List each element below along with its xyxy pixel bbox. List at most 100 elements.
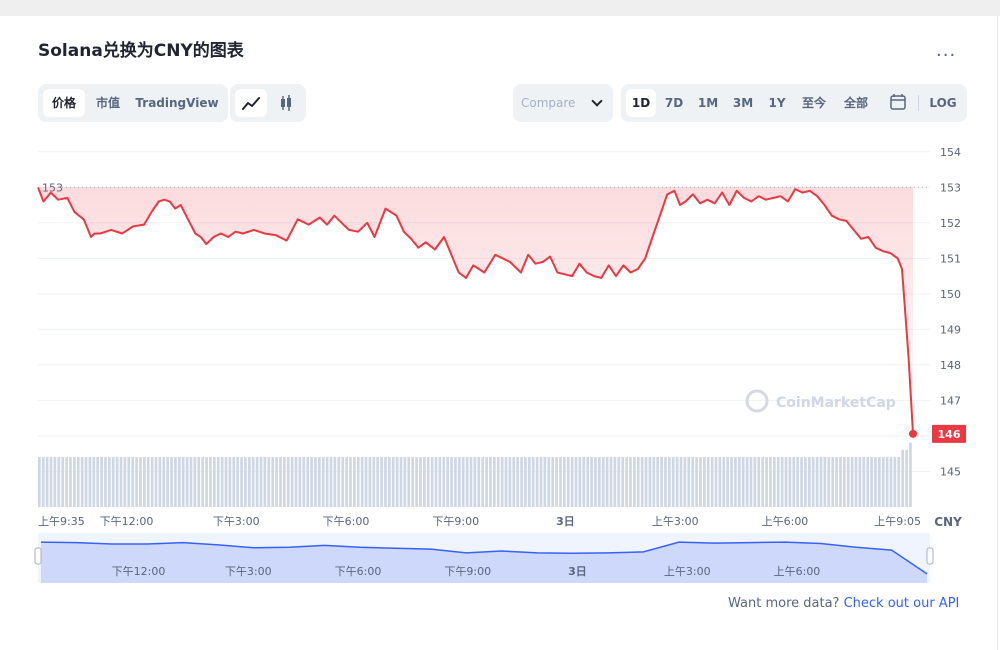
volume-bar [434, 457, 438, 507]
volume-bar [150, 457, 154, 507]
api-promo-text: Want more data? [728, 596, 840, 611]
volume-bar [874, 457, 877, 507]
volume-bar [769, 457, 772, 507]
volume-bar [259, 457, 263, 507]
x-tick-label: 下午9:00 [432, 515, 479, 528]
volume-bar [185, 457, 189, 507]
volume-bar [629, 457, 632, 507]
volume-bar [734, 457, 737, 507]
volume-bar [594, 457, 597, 507]
volume-bar [426, 457, 430, 507]
volume-bar [380, 457, 383, 507]
volume-bar [528, 457, 531, 507]
volume-bar [827, 457, 831, 507]
volume-bar [722, 457, 726, 507]
volume-bar [290, 457, 294, 507]
volume-bar [341, 457, 345, 507]
volume-bar [372, 457, 376, 507]
volume-bar [403, 457, 407, 507]
volume-bar [240, 457, 243, 507]
x-tick-label: 上午3:00 [652, 515, 699, 528]
volume-bar [570, 457, 574, 507]
volume-bar [858, 457, 862, 507]
volume-bar [671, 457, 675, 507]
volume-bar [139, 457, 142, 507]
navigator-tick-label: 下午3:00 [225, 565, 272, 578]
volume-bar [862, 457, 866, 507]
volume-bar [823, 457, 827, 507]
current-price-label: 146 [938, 428, 961, 441]
volume-bar [866, 457, 870, 507]
volume-bar [84, 457, 88, 507]
y-tick-label: 154 [940, 146, 961, 159]
volume-bar [854, 457, 858, 507]
x-tick-label: 下午6:00 [323, 515, 370, 528]
volume-bar [170, 457, 173, 507]
volume-bar [718, 457, 722, 507]
volume-bar [508, 457, 512, 507]
volume-bar [524, 457, 527, 507]
volume-bar [535, 457, 539, 507]
volume-bar [143, 457, 146, 507]
volume-bar [80, 457, 84, 507]
y-tick-label: 153 [940, 181, 961, 194]
navigator-tick-label: 上午3:00 [664, 565, 711, 578]
navigator-handle-right[interactable] [926, 547, 934, 565]
volume-bar [302, 457, 306, 507]
volume-bar [792, 457, 796, 507]
volume-bar [96, 457, 100, 507]
volume-bar [461, 457, 465, 507]
volume-bar [780, 457, 784, 507]
volume-bar [193, 457, 197, 507]
volume-bar [267, 457, 271, 507]
volume-bar [660, 457, 663, 507]
range-navigator[interactable]: 下午12:00 下午3:00 下午6:00 下午9:00 3日 上午3:00 上午6:00 [34, 533, 934, 583]
volume-bar [473, 457, 477, 507]
volume-bar [800, 457, 803, 507]
volume-bar [621, 457, 625, 507]
volume-bar [811, 457, 815, 507]
volume-bar [691, 457, 695, 507]
volume-bar [870, 457, 873, 507]
volume-bar [345, 457, 348, 507]
api-link[interactable]: Check out our API [844, 596, 960, 611]
volume-bar [92, 457, 96, 507]
volume-bar [244, 457, 247, 507]
volume-bar [885, 457, 889, 507]
volume-bar [815, 457, 819, 507]
volume-bar [174, 457, 177, 507]
volume-bar [220, 457, 224, 507]
volume-bar [850, 457, 854, 507]
volume-bar [430, 457, 434, 507]
volume-bar [45, 457, 49, 507]
volume-bar [88, 457, 92, 507]
volume-bar [306, 457, 310, 507]
volume-bar [286, 457, 290, 507]
volume-bar [216, 457, 220, 507]
volume-bar [298, 457, 302, 507]
volume-bar [516, 457, 520, 507]
volume-bar [843, 457, 846, 507]
volume-bar [835, 457, 838, 507]
currency-label: CNY [934, 515, 962, 529]
volume-bar [423, 457, 426, 507]
watermark-text: CoinMarketCap [776, 395, 896, 411]
x-tick-label: 3日 [556, 515, 575, 528]
navigator-handle-left[interactable] [34, 547, 42, 565]
price-chart[interactable]: 154 153 152 151 150 149 148 147 146 145 上午9:35 下午1… [0, 0, 1000, 650]
y-tick-label: 147 [940, 394, 961, 407]
volume-bar [108, 457, 111, 507]
volume-bar [598, 457, 601, 507]
volume-bar [65, 457, 68, 507]
volume-bar [745, 457, 749, 507]
volume-bar [407, 457, 411, 507]
x-tick-label: 下午12:00 [100, 515, 154, 528]
volume-bar [115, 457, 119, 507]
volume-bar [695, 457, 698, 507]
volume-bar [555, 457, 558, 507]
volume-bar [566, 457, 570, 507]
volume-bar [730, 457, 733, 507]
volume-bar [761, 457, 765, 507]
volume-bar [248, 457, 251, 507]
volume-bar [465, 457, 469, 507]
